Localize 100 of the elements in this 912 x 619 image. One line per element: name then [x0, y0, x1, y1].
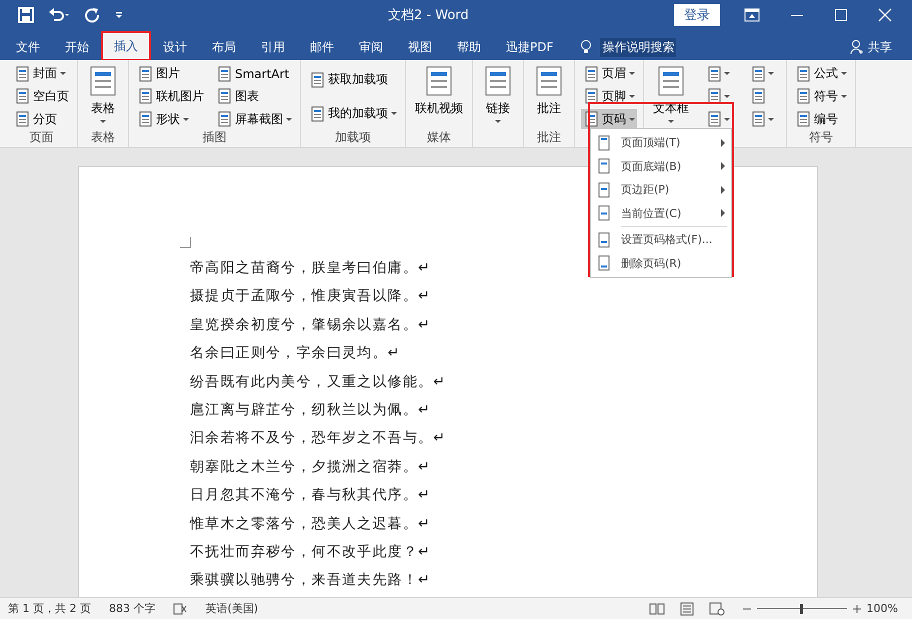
page-icon	[706, 88, 722, 104]
ribbon-button[interactable]: 联机视频	[412, 63, 466, 130]
group-label: 符号	[809, 130, 833, 144]
page-icon	[597, 255, 611, 272]
ribbon-button[interactable]: 屏幕截图	[214, 109, 294, 130]
proofing-icon[interactable]	[173, 602, 188, 614]
page-icon	[750, 88, 766, 104]
page-icon	[750, 111, 766, 128]
text-line: 扈江离与辟芷兮，纫秋兰以为佩。↵	[190, 401, 431, 420]
ribbon-button[interactable]: 分页	[12, 109, 71, 130]
ribbon-button[interactable]: 图表	[214, 86, 294, 106]
ribbon-button[interactable]: 页脚	[581, 86, 637, 106]
ribbon-display-icon[interactable]	[744, 8, 760, 22]
group-label: 加载项	[335, 130, 371, 144]
group-label: 媒体	[427, 130, 451, 144]
login-button[interactable]: 登录	[674, 4, 720, 26]
close-icon[interactable]	[878, 8, 892, 22]
page-icon	[309, 72, 325, 88]
margin-corner-mark	[180, 237, 191, 248]
menu-item[interactable]: 设置页码格式(F)...	[591, 228, 731, 252]
ribbon-button[interactable]: 图片	[135, 64, 206, 84]
page-icon	[583, 88, 599, 104]
page-icon	[14, 66, 30, 82]
ribbon-tab[interactable]: 审阅	[347, 34, 395, 60]
text-line: 纷吾既有此内美兮，又重之以修能。↵	[190, 372, 446, 392]
page-icon	[137, 111, 153, 128]
print-layout-icon[interactable]	[678, 602, 695, 616]
text-line: 名余曰正则兮，字余曰灵均。↵	[190, 344, 401, 364]
ribbon-button[interactable]: 页眉	[581, 64, 637, 84]
group-label: 页面	[30, 130, 54, 144]
zoom-thumb[interactable]	[800, 604, 804, 614]
menu-item[interactable]: 页面顶端(T)	[591, 131, 731, 154]
ribbon-button[interactable]: 形状	[135, 109, 206, 130]
share-button[interactable]: 共享	[868, 38, 892, 56]
ribbon-tab[interactable]: 迅捷PDF	[494, 34, 566, 60]
ribbon-button[interactable]: SmartArt	[214, 64, 294, 84]
person-icon	[850, 39, 864, 55]
ribbon-button[interactable]: 公式	[793, 64, 849, 84]
ribbon-button[interactable]: 符号	[793, 86, 849, 106]
ribbon-button[interactable]: 封面	[12, 64, 71, 84]
page-icon	[137, 88, 153, 104]
text-line: 乘骐骥以驰骋兮，来吾道夫先路！↵	[190, 571, 431, 590]
page-icon	[795, 88, 811, 104]
web-layout-icon[interactable]	[708, 602, 725, 616]
word-count[interactable]: 883 个字	[108, 601, 156, 616]
ribbon-tab[interactable]: 开始	[53, 34, 101, 60]
ribbon-tab[interactable]: 插入	[102, 32, 150, 60]
menu-item[interactable]: 当前位置(C)	[591, 202, 731, 225]
ribbon-tab[interactable]: 设计	[151, 34, 199, 60]
menu-item[interactable]: 页边距(P)	[591, 178, 731, 202]
text-line: 日月忽其不淹兮，春与秋其代序。↵	[190, 486, 431, 506]
text-line: 帝高阳之苗裔兮，朕皇考曰伯庸。↵	[190, 259, 431, 278]
page-icon	[597, 205, 611, 222]
redo-icon[interactable]	[84, 7, 100, 23]
page-icon	[216, 66, 232, 82]
page-icon	[14, 111, 30, 128]
menu-item[interactable]: 页面底端(B)	[591, 154, 731, 178]
text-line: 朝搴阰之木兰兮，夕揽洲之宿莽。↵	[190, 458, 431, 477]
ribbon-tab[interactable]: 布局	[200, 34, 248, 60]
zoom-in-icon[interactable]	[852, 604, 861, 612]
group-label: 插图	[202, 130, 226, 144]
ribbon-button[interactable]: 表格	[84, 63, 122, 130]
text-line: 汩余若将不及兮，恐年岁之不吾与。↵	[190, 429, 446, 448]
read-mode-icon[interactable]	[648, 602, 665, 616]
ribbon-button[interactable]: 编号	[793, 109, 849, 130]
page-icon	[216, 88, 232, 104]
page-icon	[137, 66, 153, 82]
ribbon-button[interactable]: 我的加载项	[307, 104, 399, 124]
ribbon-tab[interactable]: 视图	[396, 34, 444, 60]
page-icon	[795, 111, 811, 128]
text-line: 摄提贞于孟陬兮，惟庚寅吾以降。↵	[190, 287, 431, 306]
ribbon-button[interactable]: 获取加载项	[307, 70, 399, 90]
ribbon-tab[interactable]: 邮件	[298, 34, 346, 60]
page-icon	[750, 66, 766, 82]
ribbon-button[interactable]: 空白页	[12, 86, 71, 106]
ribbon-tab[interactable]: 引用	[249, 34, 297, 60]
group-label: 表格	[91, 130, 115, 144]
page-count[interactable]: 第 1 页，共 2 页	[8, 601, 91, 616]
customize-icon[interactable]	[114, 10, 124, 20]
maximize-icon[interactable]	[834, 8, 848, 22]
undo-icon[interactable]	[48, 7, 70, 23]
ribbon-tab[interactable]: 帮助	[445, 34, 493, 60]
tell-me-search[interactable]: 操作说明搜索	[600, 38, 676, 56]
ribbon-button[interactable]: 页码	[581, 109, 637, 130]
ribbon-button[interactable]: 联机图片	[135, 86, 206, 106]
menu-item[interactable]: 删除页码(R)	[591, 252, 731, 275]
language-indicator[interactable]: 英语(美国)	[205, 601, 258, 616]
text-line: 皇览揆余初度兮，肇锡余以嘉名。↵	[190, 316, 431, 335]
ribbon-button[interactable]: 链接	[479, 63, 517, 130]
zoom-level[interactable]: 100%	[866, 602, 898, 615]
text-line: 不抚壮而弃秽兮，何不改乎此度？↵	[190, 543, 431, 562]
page-icon	[309, 106, 325, 122]
ribbon-button[interactable]: 批注	[530, 63, 568, 130]
page-icon	[597, 158, 611, 174]
page-icon	[795, 66, 811, 82]
page-icon	[597, 134, 611, 151]
page-icon	[706, 66, 722, 82]
ribbon-tab[interactable]: 文件	[4, 34, 52, 60]
save-icon[interactable]	[18, 7, 34, 23]
page-icon	[597, 182, 611, 198]
